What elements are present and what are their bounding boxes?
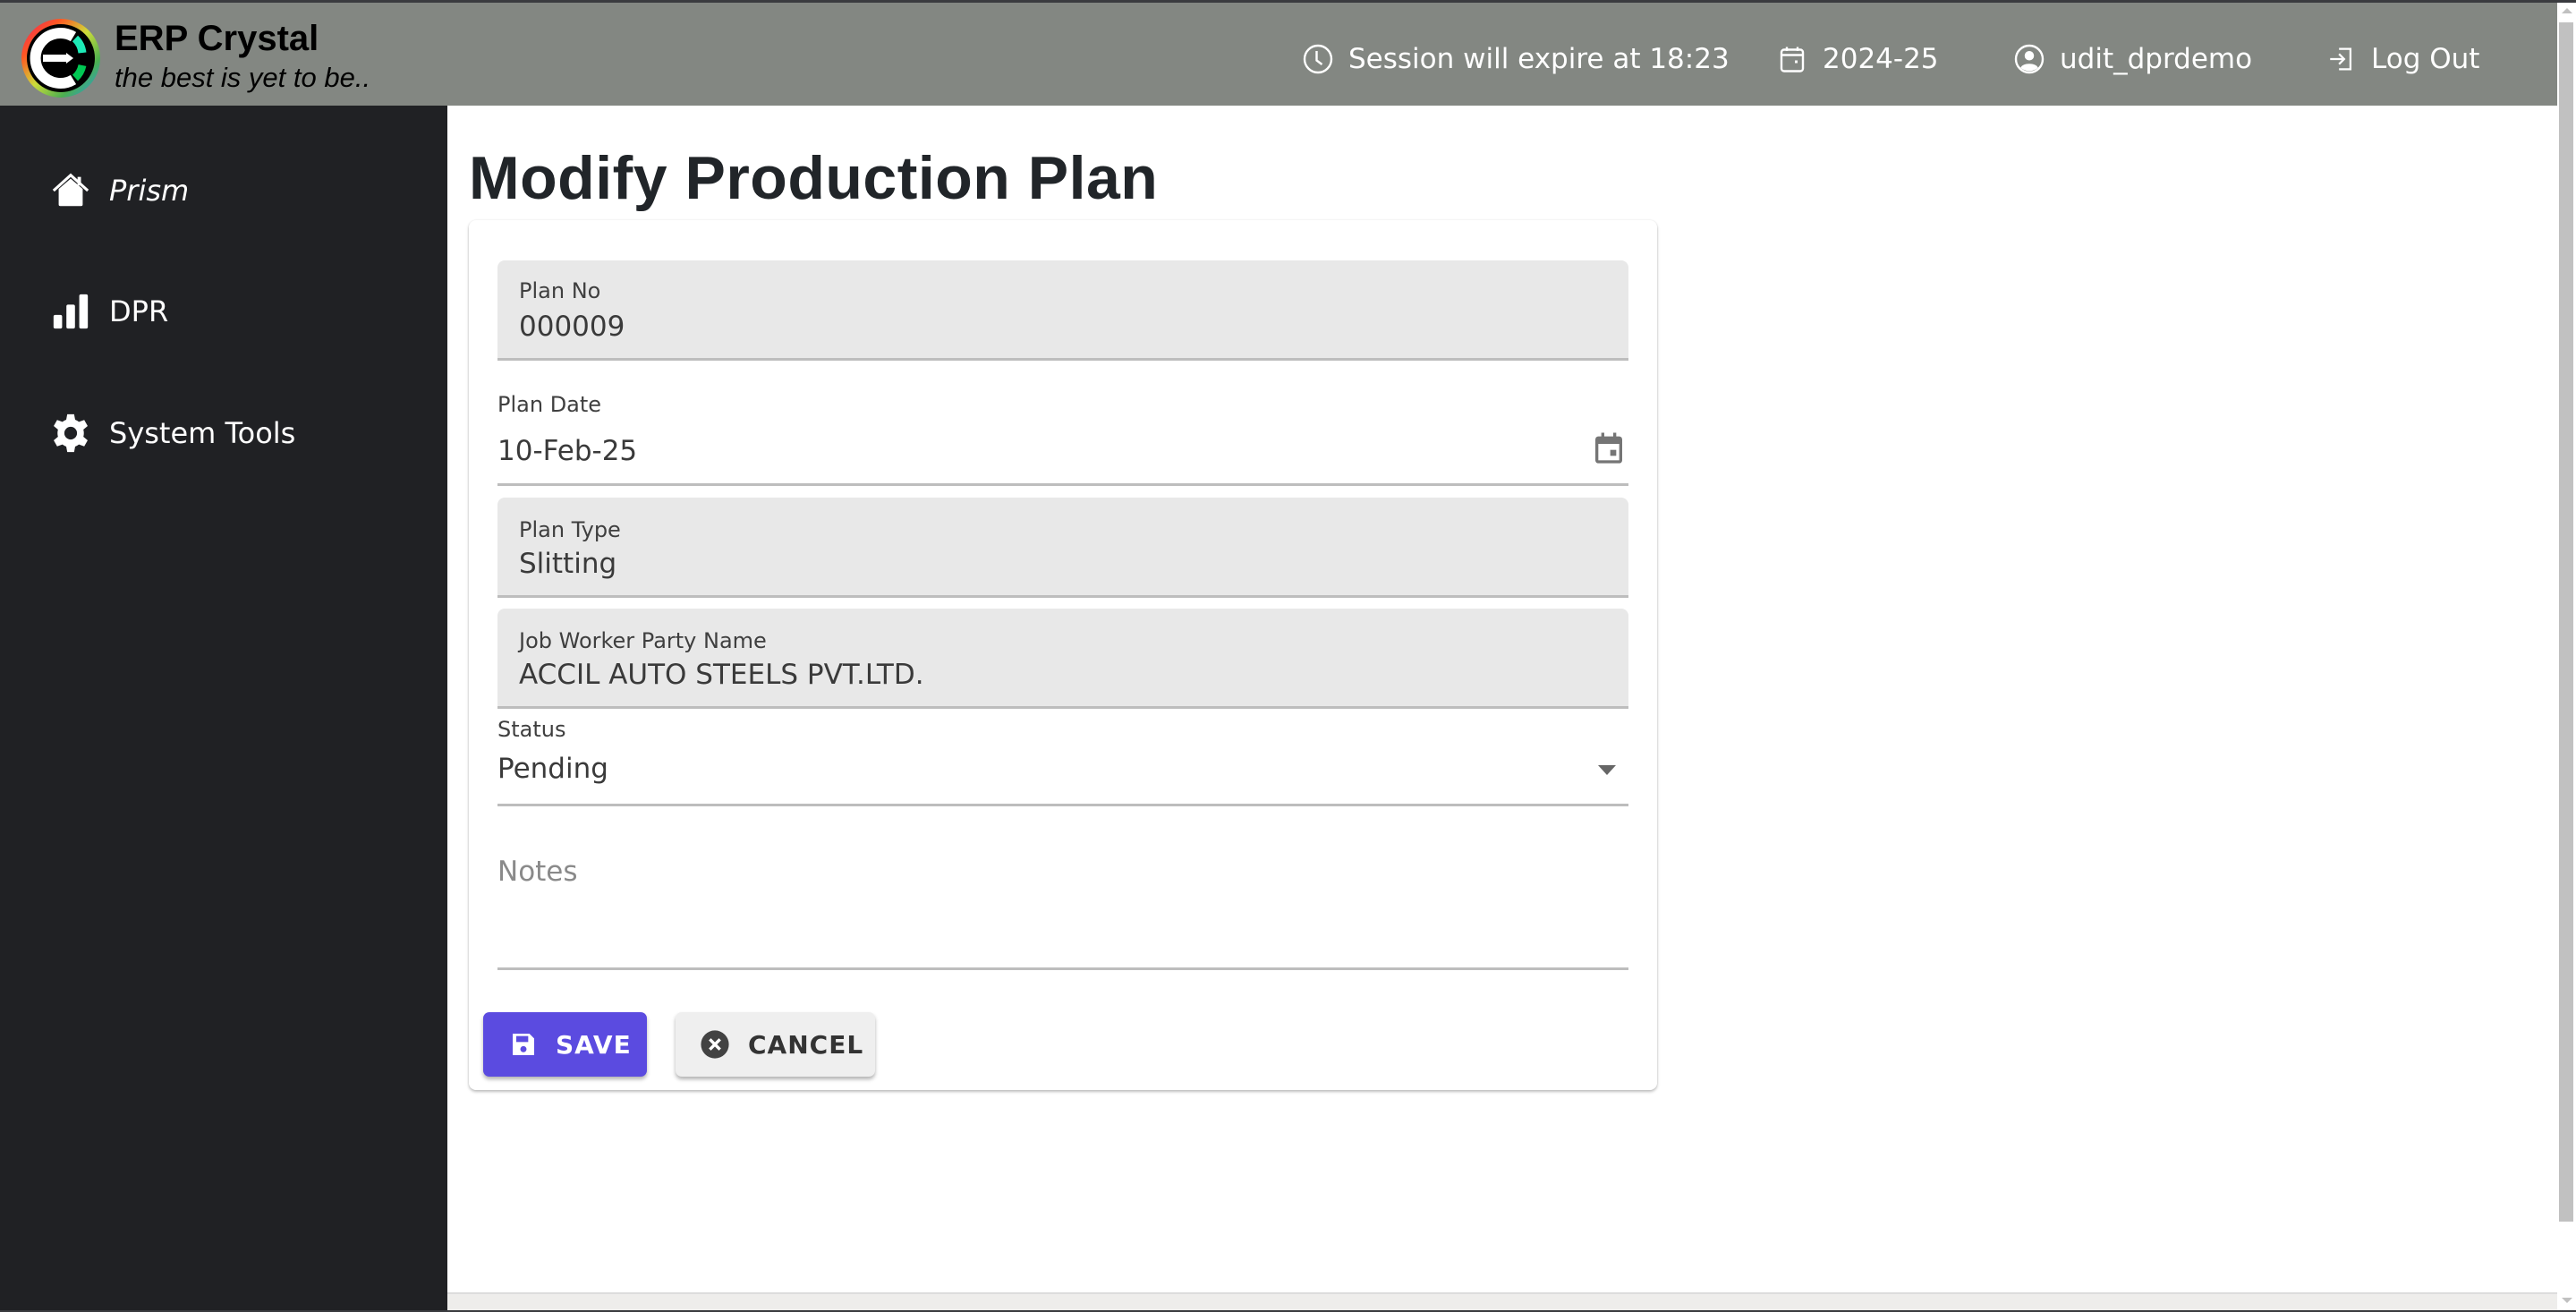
horizontal-scrollbar[interactable] bbox=[447, 1292, 2557, 1312]
calendar-icon bbox=[1780, 47, 1805, 72]
user-circle-icon bbox=[2014, 44, 2045, 74]
chevron-down-icon[interactable] bbox=[1598, 765, 1616, 775]
scrollbar-corner bbox=[2557, 1292, 2576, 1312]
vertical-scrollbar[interactable] bbox=[2557, 3, 2576, 1292]
job-worker-party-value: ACCIL AUTO STEELS PVT.LTD. bbox=[519, 659, 924, 691]
brand-tagline: the best is yet to be.. bbox=[115, 62, 371, 93]
session-expiry: Session will expire at 18:23 bbox=[1302, 37, 1730, 81]
sidebar-item-prism[interactable]: Prism bbox=[50, 164, 189, 217]
job-worker-party-label: Job Worker Party Name bbox=[519, 628, 767, 653]
clock-icon bbox=[1303, 44, 1333, 74]
plan-date-value: 10-Feb-25 bbox=[497, 435, 638, 467]
floppy-disk-icon bbox=[513, 1034, 534, 1055]
vertical-scrollbar-thumb[interactable] bbox=[2559, 22, 2573, 1222]
sidebar: Prism DPR System Tools bbox=[0, 106, 447, 1312]
top-header: ERP Crystal the best is yet to be.. Sess… bbox=[0, 3, 2557, 106]
financial-year-selector[interactable]: 2024-25 bbox=[1776, 37, 1939, 81]
status-label: Status bbox=[497, 717, 566, 742]
sidebar-item-system-tools[interactable]: System Tools bbox=[50, 406, 295, 460]
username-text: udit_dprdemo bbox=[2060, 43, 2253, 75]
gear-icon bbox=[50, 413, 91, 454]
calendar-picker-icon[interactable] bbox=[1591, 430, 1627, 471]
plan-date-label: Plan Date bbox=[497, 392, 602, 417]
logout-icon bbox=[2330, 47, 2352, 71]
session-expiry-text: Session will expire at 18:23 bbox=[1348, 43, 1730, 75]
cancel-circle-icon bbox=[701, 1030, 729, 1059]
status-value: Pending bbox=[497, 753, 608, 785]
brand-title: ERP Crystal bbox=[115, 19, 319, 58]
sidebar-item-label: System Tools bbox=[109, 416, 296, 450]
sidebar-item-label: DPR bbox=[109, 294, 169, 328]
notes-textarea[interactable]: Notes bbox=[497, 847, 1628, 970]
save-label: SAVE bbox=[556, 1029, 632, 1060]
logout-button[interactable]: Log Out bbox=[2326, 37, 2479, 81]
save-button[interactable]: SAVE bbox=[483, 1012, 647, 1077]
page-title: Modify Production Plan bbox=[469, 144, 1159, 212]
scroll-down-arrow-icon[interactable] bbox=[2562, 1298, 2572, 1303]
status-select[interactable]: Status Pending bbox=[497, 717, 1628, 806]
sidebar-item-label: Prism bbox=[109, 174, 190, 208]
plan-type-value: Slitting bbox=[519, 548, 617, 580]
home-icon bbox=[50, 170, 91, 211]
user-profile[interactable]: udit_dprdemo bbox=[2013, 37, 2252, 81]
cancel-label: CANCEL bbox=[748, 1029, 864, 1060]
scroll-up-arrow-icon[interactable] bbox=[2562, 8, 2572, 13]
job-worker-party-field[interactable]: Job Worker Party Name ACCIL AUTO STEELS … bbox=[497, 609, 1628, 709]
plan-no-label: Plan No bbox=[519, 278, 601, 303]
plan-no-field[interactable]: Plan No 000009 bbox=[497, 260, 1628, 361]
plan-date-field[interactable]: Plan Date 10-Feb-25 bbox=[497, 390, 1628, 486]
bar-chart-icon bbox=[50, 291, 91, 332]
logout-label: Log Out bbox=[2371, 43, 2480, 75]
plan-type-label: Plan Type bbox=[519, 517, 621, 542]
plan-type-field[interactable]: Plan Type Slitting bbox=[497, 498, 1628, 598]
erp-crystal-logo-icon[interactable] bbox=[20, 17, 102, 99]
notes-placeholder: Notes bbox=[497, 856, 578, 888]
sidebar-item-dpr[interactable]: DPR bbox=[50, 285, 168, 338]
production-plan-form: Plan No 000009 Plan Date 10-Feb-25 Plan … bbox=[469, 220, 1657, 1090]
cancel-button[interactable]: CANCEL bbox=[676, 1012, 875, 1077]
plan-no-value: 000009 bbox=[519, 311, 625, 343]
financial-year-text: 2024-25 bbox=[1823, 43, 1939, 75]
